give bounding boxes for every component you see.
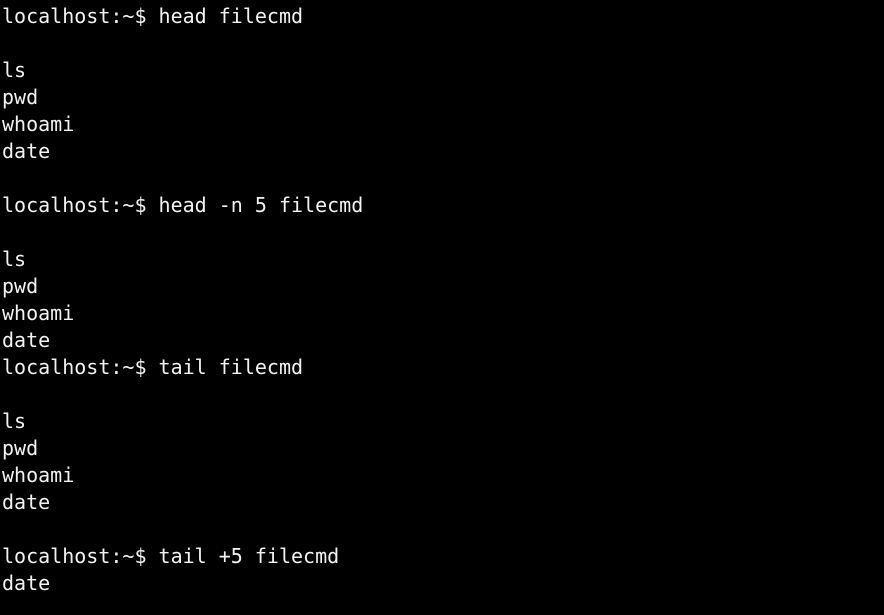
output-line: whoami xyxy=(2,301,75,325)
output-line: pwd xyxy=(2,274,39,298)
output-line: whoami xyxy=(2,463,75,487)
prompt-line: localhost:~$ head -n 5 filecmd xyxy=(2,193,364,217)
output-line: pwd xyxy=(2,436,39,460)
prompt-line: localhost:~$ tail filecmd xyxy=(2,355,304,379)
output-line: ls xyxy=(2,247,27,271)
output-line: date xyxy=(2,139,51,163)
output-line: date xyxy=(2,571,51,595)
terminal-window[interactable]: localhost:~$ head filecmd ls pwd whoami … xyxy=(0,0,884,615)
output-line: date xyxy=(2,490,51,514)
output-line: pwd xyxy=(2,85,39,109)
output-line: whoami xyxy=(2,112,75,136)
output-line: date xyxy=(2,328,51,352)
output-line: ls xyxy=(2,409,27,433)
output-line: ls xyxy=(2,58,27,82)
prompt-line: localhost:~$ head filecmd xyxy=(2,4,304,28)
prompt-line: localhost:~$ tail +5 filecmd xyxy=(2,544,340,568)
